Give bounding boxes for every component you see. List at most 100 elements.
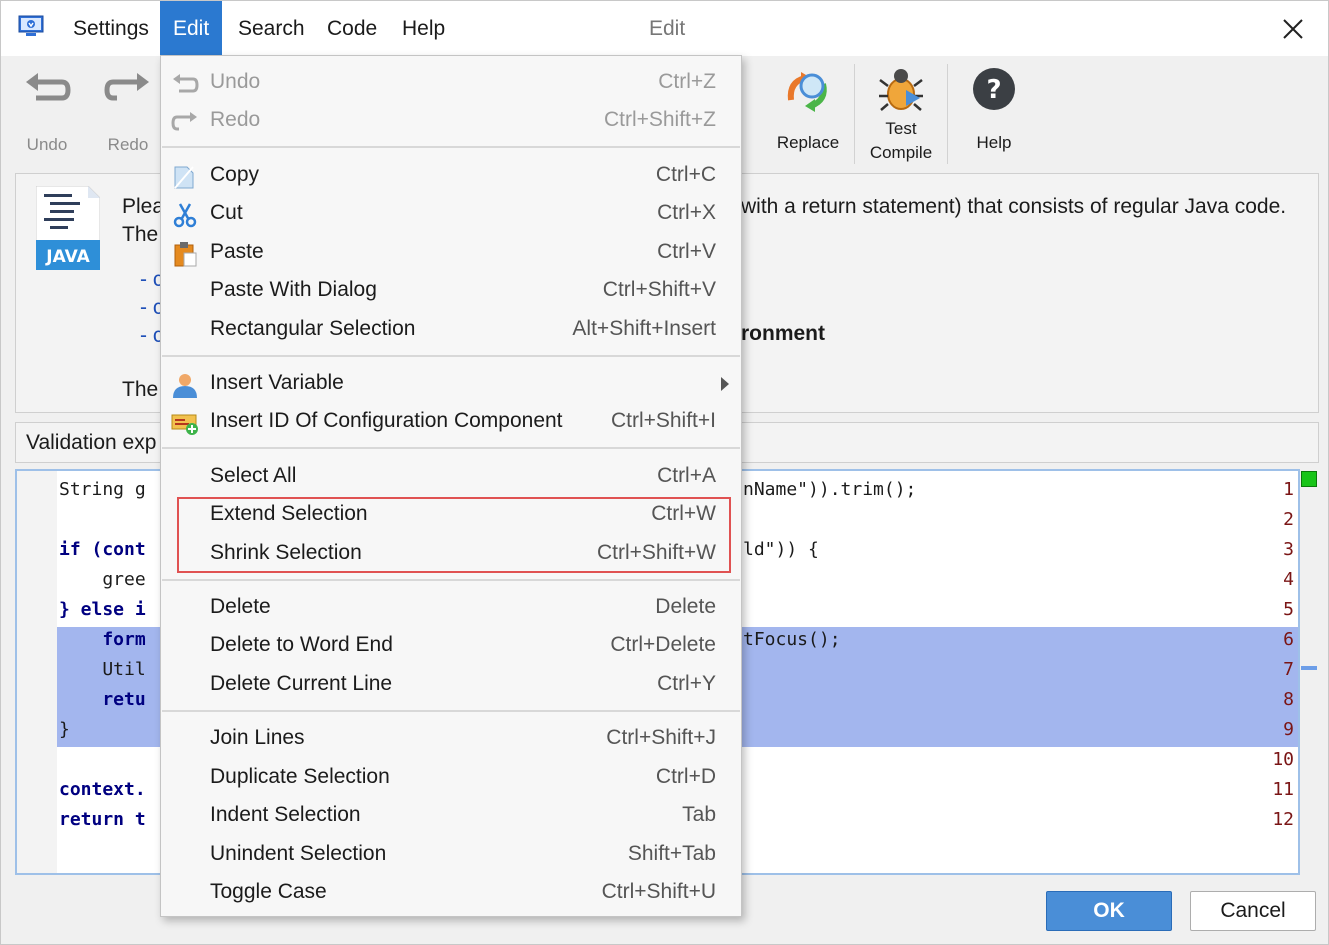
- validation-label: Validation exp: [26, 431, 157, 454]
- menu-item-shortcut: Ctrl+Shift+U: [601, 880, 716, 903]
- test-compile-button[interactable]: Test Compile: [865, 66, 937, 163]
- menu-item-shortcut: Ctrl+Shift+Z: [603, 108, 716, 131]
- clipboard-icon: [171, 241, 199, 267]
- line-number: 12: [1272, 809, 1294, 830]
- menu-item-duplicate-selection[interactable]: Duplicate Selection Ctrl+D: [161, 759, 741, 797]
- menubar: Settings Edit Search Code Help Edit: [1, 1, 1328, 56]
- menu-item-insert-variable[interactable]: Insert Variable: [161, 365, 741, 403]
- line-number: 8: [1283, 689, 1294, 710]
- menu-search[interactable]: Search: [225, 1, 318, 56]
- menu-item-label: Cut: [210, 201, 243, 224]
- menu-item-shortcut: Delete: [655, 595, 716, 618]
- menu-item-shortcut: Ctrl+C: [655, 163, 716, 186]
- undo-label: Undo: [26, 135, 68, 154]
- java-badge-text: JAVA: [45, 247, 90, 267]
- menu-item-label: Delete to Word End: [210, 633, 393, 656]
- code-line-left: } else i: [59, 599, 146, 620]
- undo-icon: [26, 73, 71, 101]
- help-button[interactable]: ? Help: [963, 66, 1025, 153]
- description-line3-start: The: [122, 378, 159, 401]
- redo-icon: [171, 109, 199, 135]
- menu-separator: [162, 146, 740, 148]
- line-number: 7: [1283, 659, 1294, 680]
- menu-item-toggle-case[interactable]: Toggle Case Ctrl+Shift+U: [161, 874, 741, 912]
- close-icon[interactable]: [1279, 15, 1307, 43]
- window-title: Edit: [649, 17, 686, 40]
- menu-settings[interactable]: Settings: [60, 1, 162, 56]
- replace-label: Replace: [776, 133, 840, 152]
- cancel-button[interactable]: Cancel: [1190, 891, 1316, 931]
- dialog-window: Settings Edit Search Code Help Edit Undo…: [0, 0, 1329, 945]
- menu-item-copy[interactable]: Copy Ctrl+C: [161, 157, 741, 195]
- menu-item-label: Paste With Dialog: [210, 278, 377, 301]
- menu-help[interactable]: Help: [389, 1, 458, 56]
- menu-item-shortcut: Ctrl+D: [655, 765, 716, 788]
- menu-item-indent-selection[interactable]: Indent Selection Tab: [161, 797, 741, 835]
- menu-item-shortcut: Ctrl+A: [657, 464, 716, 487]
- code-line-right: ld")) {: [743, 539, 819, 560]
- redo-button[interactable]: Redo: [101, 68, 155, 155]
- toolbar-separator: [947, 64, 948, 164]
- menu-item-shortcut: Shift+Tab: [627, 842, 716, 865]
- redo-icon: [104, 73, 149, 101]
- menu-separator: [162, 710, 740, 712]
- copy-icon: [171, 164, 199, 190]
- menu-item-label: Delete Current Line: [210, 672, 393, 695]
- undo-icon: [171, 71, 199, 97]
- menu-item-label: Insert Variable: [210, 371, 344, 394]
- line-number-gutter: [17, 471, 57, 873]
- menu-separator: [162, 447, 740, 449]
- menu-item-shortcut: Alt+Shift+Insert: [572, 317, 716, 340]
- menu-separator: [162, 355, 740, 357]
- menu-item-label: Toggle Case: [210, 880, 327, 903]
- menu-item-paste[interactable]: Paste Ctrl+V: [161, 234, 741, 272]
- menu-item-label: Paste: [210, 240, 264, 263]
- test-compile-label-1: Test: [885, 119, 917, 138]
- code-line-left: gree: [59, 569, 146, 590]
- code-line-left: }: [59, 719, 70, 740]
- menu-item-delete-current-line[interactable]: Delete Current Line Ctrl+Y: [161, 666, 741, 704]
- menu-code[interactable]: Code: [314, 1, 390, 56]
- menu-item-shortcut: Ctrl+V: [657, 240, 716, 263]
- menu-item-undo[interactable]: Undo Ctrl+Z: [161, 64, 741, 102]
- test-compile-label-2: Compile: [869, 143, 933, 162]
- line-number: 4: [1283, 569, 1294, 590]
- menu-item-shortcut: Ctrl+Y: [657, 672, 716, 695]
- user-icon: [171, 372, 199, 398]
- menu-item-label: Duplicate Selection: [210, 765, 390, 788]
- menu-item-unindent-selection[interactable]: Unindent Selection Shift+Tab: [161, 836, 741, 874]
- highlight-box: [177, 497, 731, 573]
- line-number: 10: [1272, 749, 1294, 770]
- menu-item-delete[interactable]: Delete Delete: [161, 589, 741, 627]
- menu-item-delete-to-word-end[interactable]: Delete to Word End Ctrl+Delete: [161, 627, 741, 665]
- undo-button[interactable]: Undo: [19, 68, 75, 155]
- menu-item-label: Indent Selection: [210, 803, 361, 826]
- menu-item-select-all[interactable]: Select All Ctrl+A: [161, 458, 741, 496]
- ok-button[interactable]: OK: [1046, 891, 1172, 931]
- code-line-left: if (cont: [59, 539, 146, 560]
- menu-edit[interactable]: Edit: [160, 1, 222, 56]
- menu-item-label: Select All: [210, 464, 297, 487]
- menu-item-shortcut: Ctrl+Shift+V: [602, 278, 716, 301]
- menu-item-redo[interactable]: Redo Ctrl+Shift+Z: [161, 102, 741, 140]
- menu-item-rectangular-selection[interactable]: Rectangular Selection Alt+Shift+Insert: [161, 311, 741, 349]
- code-line-left: String g: [59, 479, 146, 500]
- menu-item-join-lines[interactable]: Join Lines Ctrl+Shift+J: [161, 720, 741, 758]
- help-label: Help: [976, 133, 1012, 152]
- line-number: 2: [1283, 509, 1294, 530]
- menu-item-label: Delete: [210, 595, 271, 618]
- menu-item-paste-with-dialog[interactable]: Paste With Dialog Ctrl+Shift+V: [161, 272, 741, 310]
- menu-item-shortcut: Tab: [682, 803, 716, 826]
- menu-item-label: Undo: [210, 70, 261, 93]
- replace-button[interactable]: Replace: [773, 66, 843, 153]
- replace-icon: [787, 72, 827, 112]
- scissors-icon: [171, 202, 199, 228]
- code-line-right: nName")).trim();: [743, 479, 917, 500]
- code-line-left: return t: [59, 809, 146, 830]
- menu-item-insert-id-of-configuration-component[interactable]: Insert ID Of Configuration Component Ctrl…: [161, 403, 741, 441]
- menu-item-cut[interactable]: Cut Ctrl+X: [161, 195, 741, 233]
- menu-item-label: Rectangular Selection: [210, 317, 416, 340]
- svg-text:?: ?: [986, 75, 1001, 105]
- line-number: 6: [1283, 629, 1294, 650]
- description-bold-fragment: ronment: [741, 322, 825, 345]
